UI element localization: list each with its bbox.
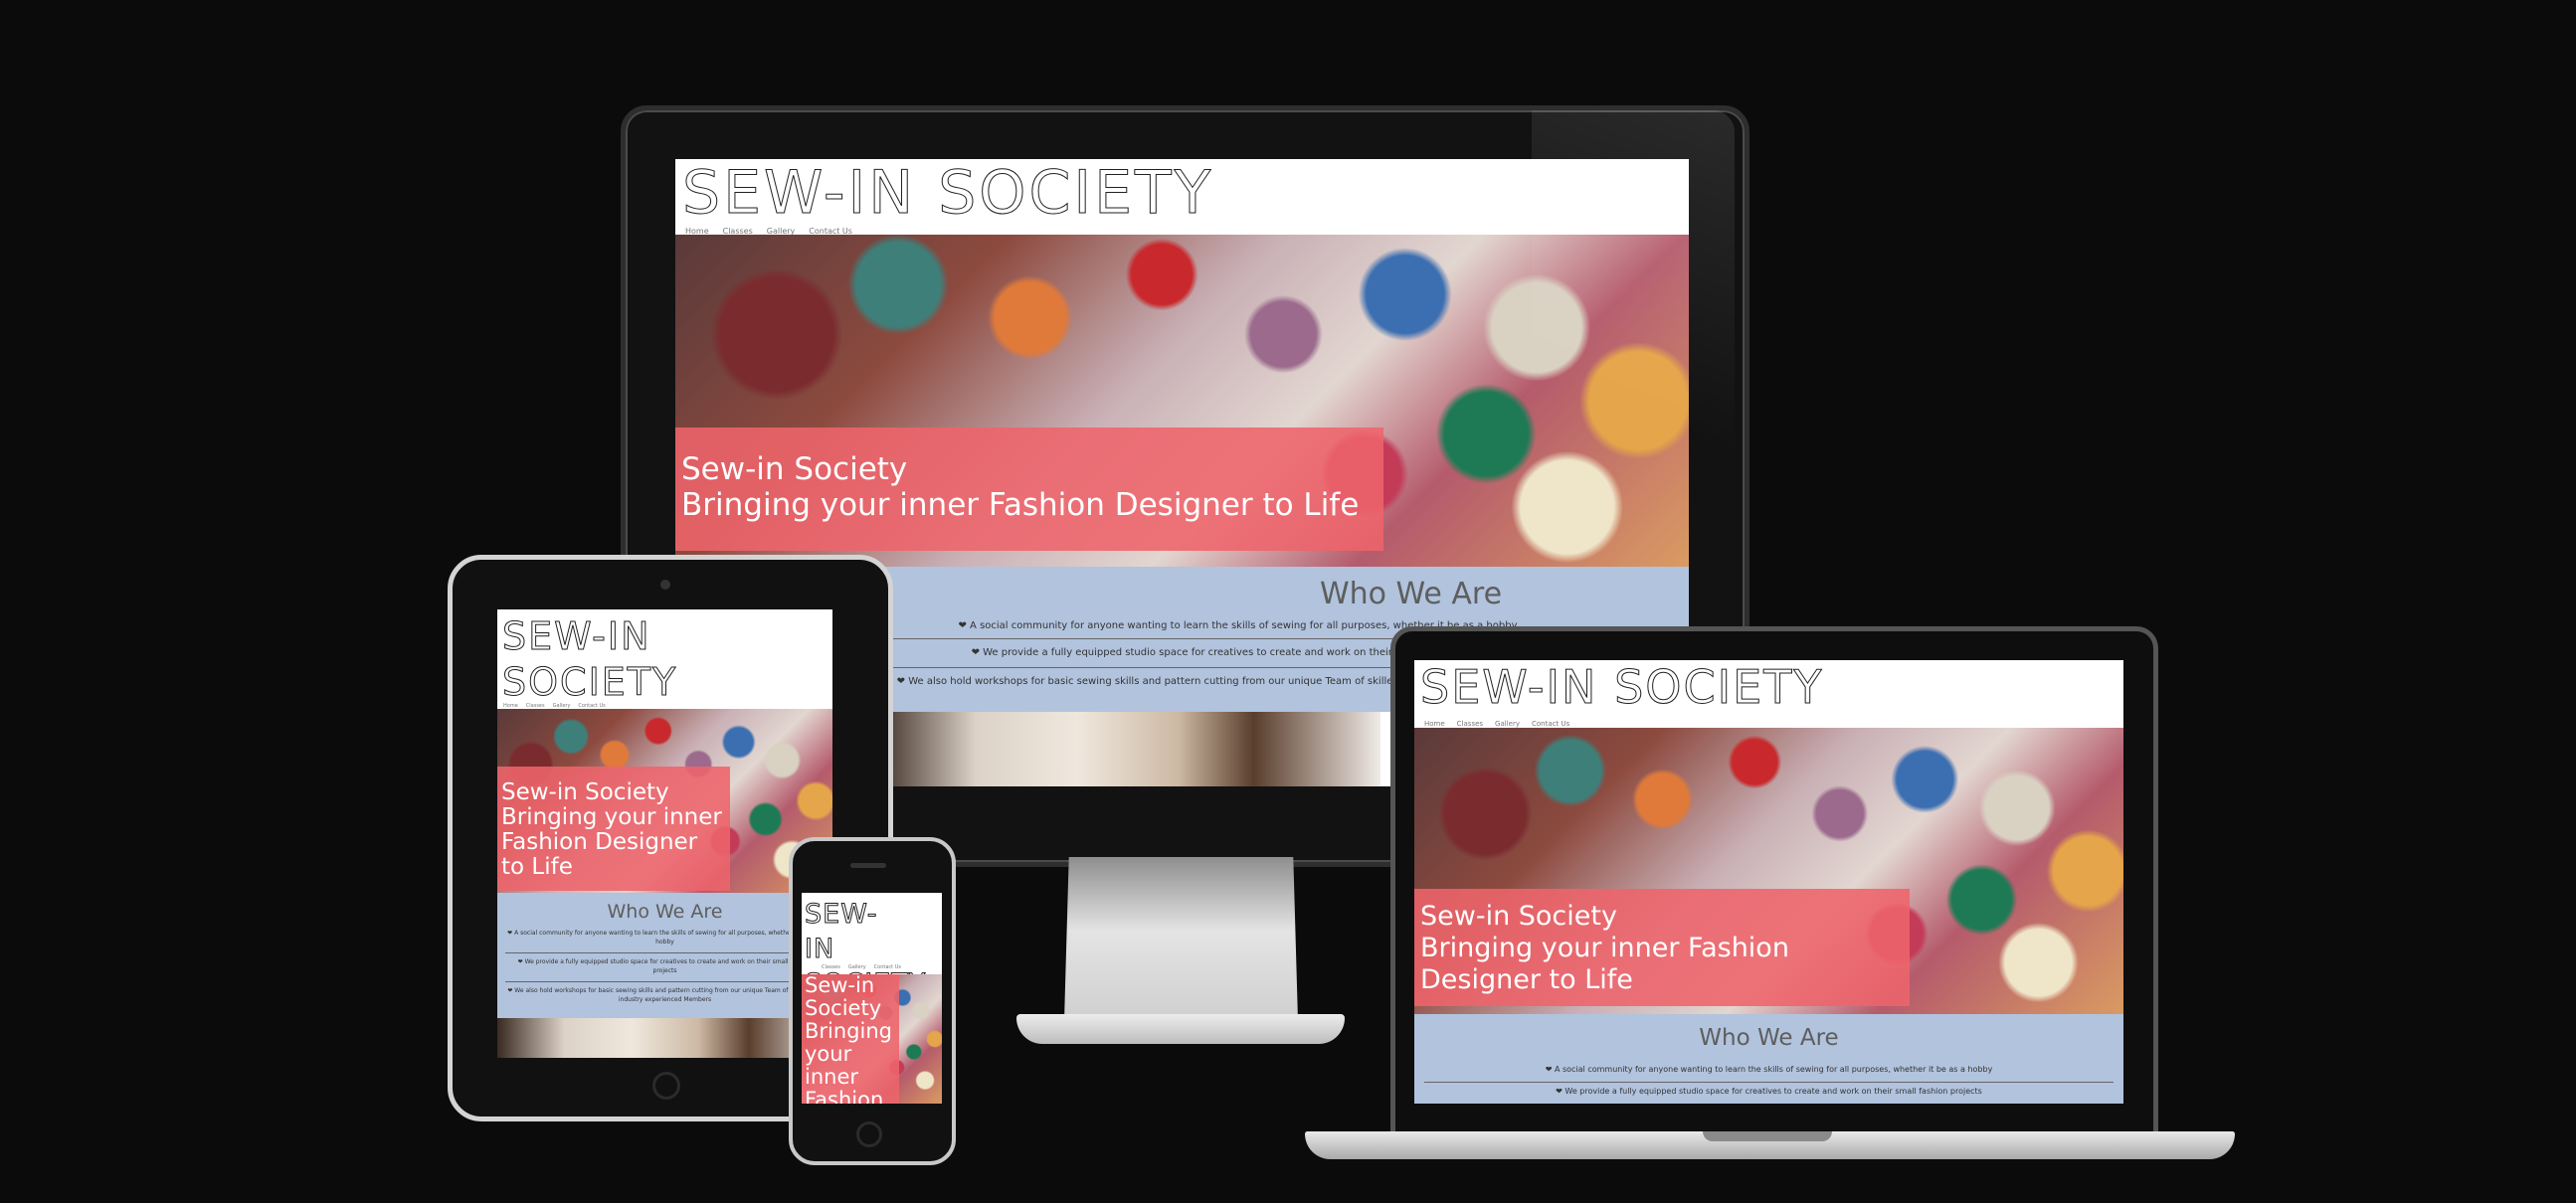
hero-subtitle: Bringing your inner Fashion Designer to … [805,1019,892,1105]
about-item: ❤ A social community for anyone wanting … [1424,1058,2114,1083]
phone-screen: SEW-IN SOCIETY Classes Gallery Contact U… [802,893,942,1104]
site-header: SEW-IN SOCIETY Classes Gallery Contact U… [802,893,942,1000]
about-section: Who We Are ❤ A social community for anyo… [497,893,832,1018]
hero-image: Sew-in Society Bringing your inner Fashi… [497,709,832,893]
about-heading: Who We Are [607,901,723,923]
hero-banner: Sew-in Society Bringing your inner Fashi… [1414,889,1910,1006]
hero-banner: Sew-in Society Bringing your inner Fashi… [497,767,730,891]
nav-contact[interactable]: Contact Us [874,964,901,970]
about-item: ❤ We also hold workshops for basic sewin… [507,987,823,1003]
site-header: SEW-IN SOCIETY Home Classes Gallery Cont… [1414,660,2123,728]
site-logo[interactable]: SEW-IN SOCIETY [681,163,1213,224]
monitor-stand-foot [1016,1014,1345,1044]
laptop-trackpad-notch [1703,1131,1832,1141]
home-button-icon [652,1072,680,1100]
hero-title: Sew-in Society [805,974,882,1020]
site-nav: Classes Gallery Contact Us [822,964,901,970]
home-button-icon [856,1121,882,1147]
about-item: ❤ We provide a fully equipped studio spa… [505,953,825,982]
hero-title: Sew-in Society [681,451,908,487]
speaker-icon [850,863,886,868]
hero-banner: Sew-in Society Bringing your inner Fashi… [802,974,899,1104]
about-item: ❤ A social community for anyone wanting … [505,927,825,953]
laptop-screen: SEW-IN SOCIETY Home Classes Gallery Cont… [1414,660,2123,1104]
nav-home[interactable]: Home [1424,720,1445,728]
nav-gallery[interactable]: Gallery [1495,720,1520,728]
hero-image: Sew-in Society Bringing your inner Fashi… [802,974,942,1104]
nav-classes[interactable]: Classes [1457,720,1483,728]
about-heading: Who We Are [1699,1025,1839,1051]
nav-contact[interactable]: Contact Us [1532,720,1569,728]
monitor-stand [1064,857,1298,1021]
hero-title: Sew-in Society [501,779,669,805]
gallery-photo [874,712,1380,786]
camera-icon [660,580,670,590]
hero-banner: Sew-in Society Bringing your inner Fashi… [675,428,1383,551]
hero-subtitle: Bringing your inner Fashion Designer to … [501,804,722,880]
about-item: ❤ We provide a fully equipped studio spa… [1556,1087,1982,1096]
nav-classes[interactable]: Classes [822,964,840,970]
site-logo[interactable]: SEW-IN SOCIETY [1419,664,1823,711]
hero-title: Sew-in Society [1420,901,1617,932]
hero-subtitle: Bringing your inner Fashion Designer to … [1420,933,1789,995]
hero-subtitle: Bringing your inner Fashion Designer to … [681,487,1360,523]
screen-glare [1532,110,1735,607]
tablet-screen: SEW-IN SOCIETY Home Classes Gallery Cont… [497,609,832,1058]
site-logo[interactable]: SEW-IN SOCIETY [502,613,701,705]
site-nav: Home Classes Gallery Contact Us [1424,720,1569,728]
site-header: SEW-IN SOCIETY Home Classes Gallery Cont… [497,609,832,709]
about-section: Who We Are ❤ A social community for anyo… [1414,1014,2123,1104]
nav-gallery[interactable]: Gallery [848,964,866,970]
hero-image: Sew-in Society Bringing your inner Fashi… [1414,728,2123,1014]
gallery-photo [497,1018,832,1058]
